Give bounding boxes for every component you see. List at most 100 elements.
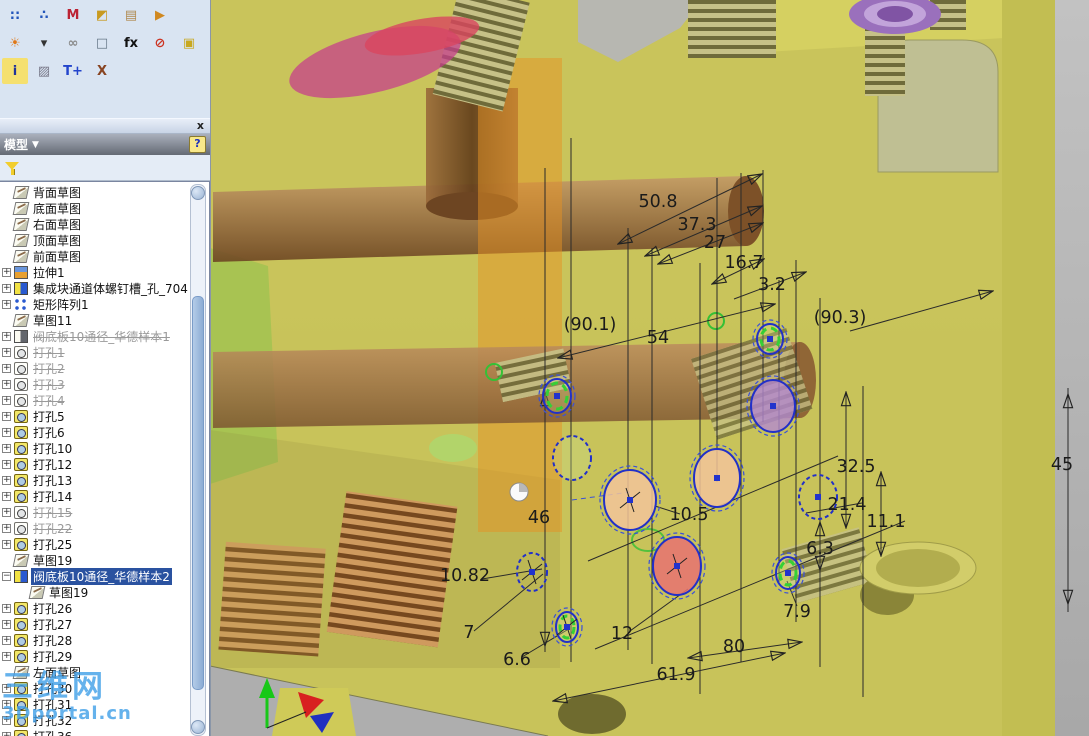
tree-item[interactable]: 草图19 [0,584,188,600]
dimension-label[interactable]: 32.5 [837,457,876,477]
expand-plus-icon[interactable]: + [2,507,11,517]
dimension-label[interactable]: 54 [647,328,669,348]
dimension-label[interactable]: 61.9 [657,665,696,685]
dimension-label[interactable]: 12 [611,624,633,644]
dimension-label[interactable]: 45 [1051,455,1073,475]
tree-item[interactable]: + 打孔6 [0,424,188,440]
help-button[interactable]: ? [189,136,206,153]
expand-plus-icon[interactable]: + [2,363,11,373]
dimension-label[interactable]: 7 [463,623,474,643]
tree-item[interactable]: + 打孔1 [0,344,188,360]
expand-plus-icon[interactable]: + [2,651,11,661]
tree-item[interactable]: 草图19 [0,552,188,568]
point-tool-icon[interactable]: ☀ [2,30,28,56]
tree-item[interactable]: + 打孔32 [0,712,188,728]
window-icon[interactable]: ▣ [176,30,202,56]
tree-item[interactable]: + 打孔3 [0,376,188,392]
customize-icon[interactable]: X [89,58,115,84]
new-doc-icon[interactable]: □ [89,30,115,56]
tree-item[interactable]: + 打孔26 [0,600,188,616]
expand-plus-icon[interactable]: + [2,443,11,453]
dimension-label[interactable]: 7.9 [783,602,811,622]
filter-funnel-icon[interactable] [4,160,20,176]
dimension-label[interactable]: 37.3 [678,215,717,235]
tree-item[interactable]: 草图11 [0,312,188,328]
panel-splitter[interactable]: x [0,118,210,134]
expand-plus-icon[interactable]: + [2,427,11,437]
dropdown-arrow-icon[interactable]: ▾ [31,30,57,56]
expand-plus-icon[interactable]: + [2,459,11,469]
tree-item[interactable]: − 阀底板10通径_华德样本2 [0,567,188,585]
solid-body-icon[interactable]: ◩ [89,2,115,28]
dimension-label[interactable]: (90.1) [564,315,617,335]
tree-item[interactable]: 顶面草图 [0,232,188,248]
tree-item[interactable]: 右面草图 [0,216,188,232]
hole-highlight[interactable] [552,435,592,481]
tree-item[interactable]: + 打孔2 [0,360,188,376]
no-entry-icon[interactable]: ⊘ [147,30,173,56]
tree-item[interactable]: + 打孔25 [0,536,188,552]
tree-item[interactable]: + 打孔22 [0,520,188,536]
expand-plus-icon[interactable]: + [2,331,11,341]
dimension-label[interactable]: 6.3 [806,539,834,559]
expression-fx-icon[interactable]: fx [118,30,144,56]
tree-item[interactable]: 背面草图 [0,184,188,200]
tree-item[interactable]: + 打孔30 [0,680,188,696]
expand-plus-icon[interactable]: + [2,699,11,709]
tree-scrollbar[interactable] [190,184,206,736]
expand-plus-icon[interactable]: + [2,603,11,613]
tree-item[interactable]: + 集成块通道体螺钉槽_孔_704 [0,280,188,296]
scroll-up-button[interactable] [191,186,205,200]
dimension-label[interactable]: 27 [704,233,726,253]
chevron-down-icon[interactable]: ▼ [32,140,189,150]
expand-plus-icon[interactable]: + [2,475,11,485]
scroll-down-button[interactable] [191,720,205,734]
tree-item[interactable]: + 矩形阵列1 [0,296,188,312]
expand-plus-icon[interactable]: + [2,491,11,501]
tree-item[interactable]: + 打孔10 [0,440,188,456]
dimension-label[interactable]: 16.7 [725,253,764,273]
expand-plus-icon[interactable]: + [2,395,11,405]
stamp-icon[interactable]: ▨ [31,58,57,84]
expand-plus-icon[interactable]: + [2,283,11,293]
expand-plus-icon[interactable]: + [2,347,11,357]
dimension-label[interactable]: 46 [528,508,550,528]
dimension-label[interactable]: 10.82 [440,566,490,586]
tree-item[interactable]: + 打孔36 [0,728,188,736]
expand-plus-icon[interactable]: + [2,683,11,693]
expand-plus-icon[interactable]: + [2,299,11,309]
snap-point-icon[interactable]: :: [2,2,28,28]
drag-handle-ball[interactable] [509,482,529,502]
dimension-label[interactable]: 10.5 [670,505,709,525]
tree-item[interactable]: + 打孔5 [0,408,188,424]
tree-item[interactable]: + 打孔13 [0,472,188,488]
expand-plus-icon[interactable]: + [2,539,11,549]
expand-plus-icon[interactable]: + [2,411,11,421]
expand-plus-icon[interactable]: + [2,731,11,736]
collapse-minus-icon[interactable]: − [2,571,11,581]
tree-item[interactable]: + 打孔29 [0,648,188,664]
expand-plus-icon[interactable]: + [2,715,11,725]
expand-plus-icon[interactable]: + [2,619,11,629]
model-scene[interactable]: 50.837.32716.73.2 (90.1) 54 (90.3) 45 32.5 21.… [209,0,1089,736]
close-icon[interactable]: x [197,119,204,132]
info-tag-icon[interactable]: i [2,58,28,84]
tree-item[interactable]: + 阀底板10通径_华德样本1 [0,328,188,344]
sheet-icon[interactable]: ▤ [118,2,144,28]
tree-item[interactable]: + 拉伸1 [0,264,188,280]
dimension-label[interactable]: 3.2 [758,275,786,295]
expand-plus-icon[interactable]: + [2,379,11,389]
scroll-thumb[interactable] [192,296,204,690]
dimension-label[interactable]: (90.3) [814,308,867,328]
tree-item[interactable]: + 打孔14 [0,488,188,504]
dimension-label[interactable]: 11.1 [867,512,906,532]
tree-item[interactable]: + 打孔15 [0,504,188,520]
open-part-icon[interactable]: ▶ [147,2,173,28]
tree-item[interactable]: 底面草图 [0,200,188,216]
tree-item[interactable]: + 打孔27 [0,616,188,632]
tree-item[interactable]: + 打孔4 [0,392,188,408]
dimension-label[interactable]: 80 [723,637,745,657]
tree-item[interactable]: 前面草图 [0,248,188,264]
tree-item[interactable]: + 打孔12 [0,456,188,472]
viewport-3d[interactable]: 50.8 37.3 27 16.7 3.2 (90.1) 54 (90.3) 45 32.5 21.… [209,0,1089,736]
